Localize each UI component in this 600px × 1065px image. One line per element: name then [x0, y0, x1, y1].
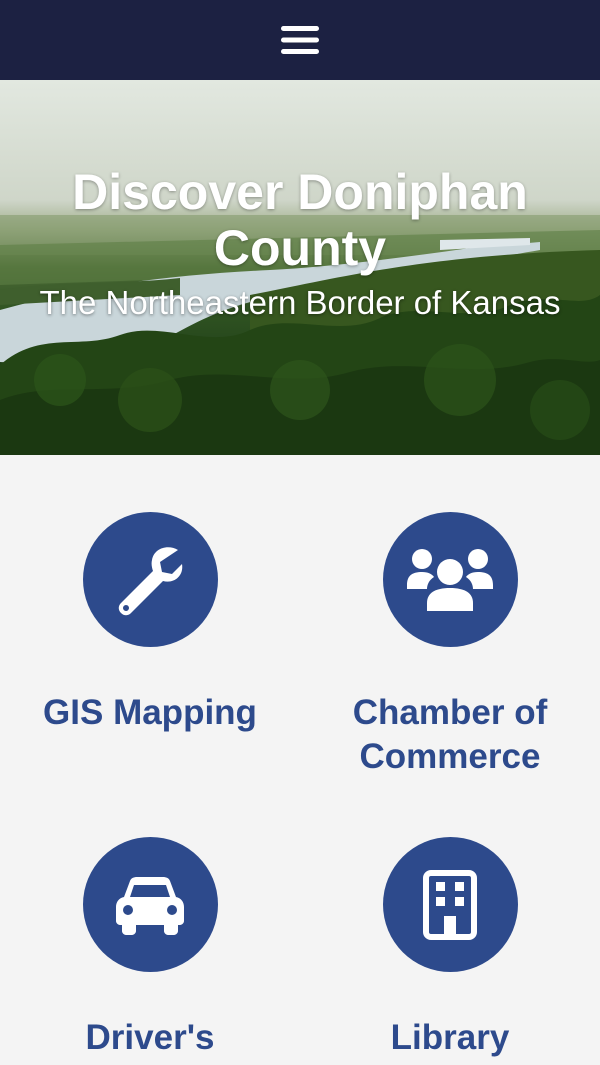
tile-label: Driver's: [85, 1018, 215, 1057]
tile-label: Chamber of Commerce: [352, 693, 548, 776]
tile-chamber-of-commerce[interactable]: Chamber of Commerce: [300, 512, 600, 779]
tile-label: GIS Mapping: [43, 693, 257, 732]
tile-label: Library: [390, 1018, 510, 1057]
hero-title: Discover Doniphan County: [72, 164, 528, 276]
tile-icon-circle: [382, 837, 518, 972]
wrench-icon: [118, 546, 183, 615]
hero-text-block: Discover Doniphan County The Northeaster…: [0, 164, 600, 322]
tile-icon-circle: [382, 512, 518, 647]
quick-links-grid: GIS Mapping Chamber of Commerce Driver's: [0, 455, 600, 1065]
tile-gis-mapping[interactable]: GIS Mapping: [0, 512, 300, 735]
tile-icon-circle: [82, 837, 218, 972]
top-navigation-bar: [0, 0, 600, 80]
menu-button[interactable]: [280, 20, 320, 60]
tile-icon-circle: [82, 512, 218, 647]
hamburger-menu-icon: [281, 26, 319, 54]
car-icon: [116, 876, 184, 935]
tile-library[interactable]: Library: [300, 837, 600, 1060]
hero-banner: Discover Doniphan County The Northeaster…: [0, 80, 600, 455]
users-group-icon: [407, 548, 493, 611]
tile-drivers[interactable]: Driver's: [0, 837, 300, 1060]
building-icon: [423, 869, 477, 940]
hero-subtitle: The Northeastern Border of Kansas: [39, 284, 561, 321]
